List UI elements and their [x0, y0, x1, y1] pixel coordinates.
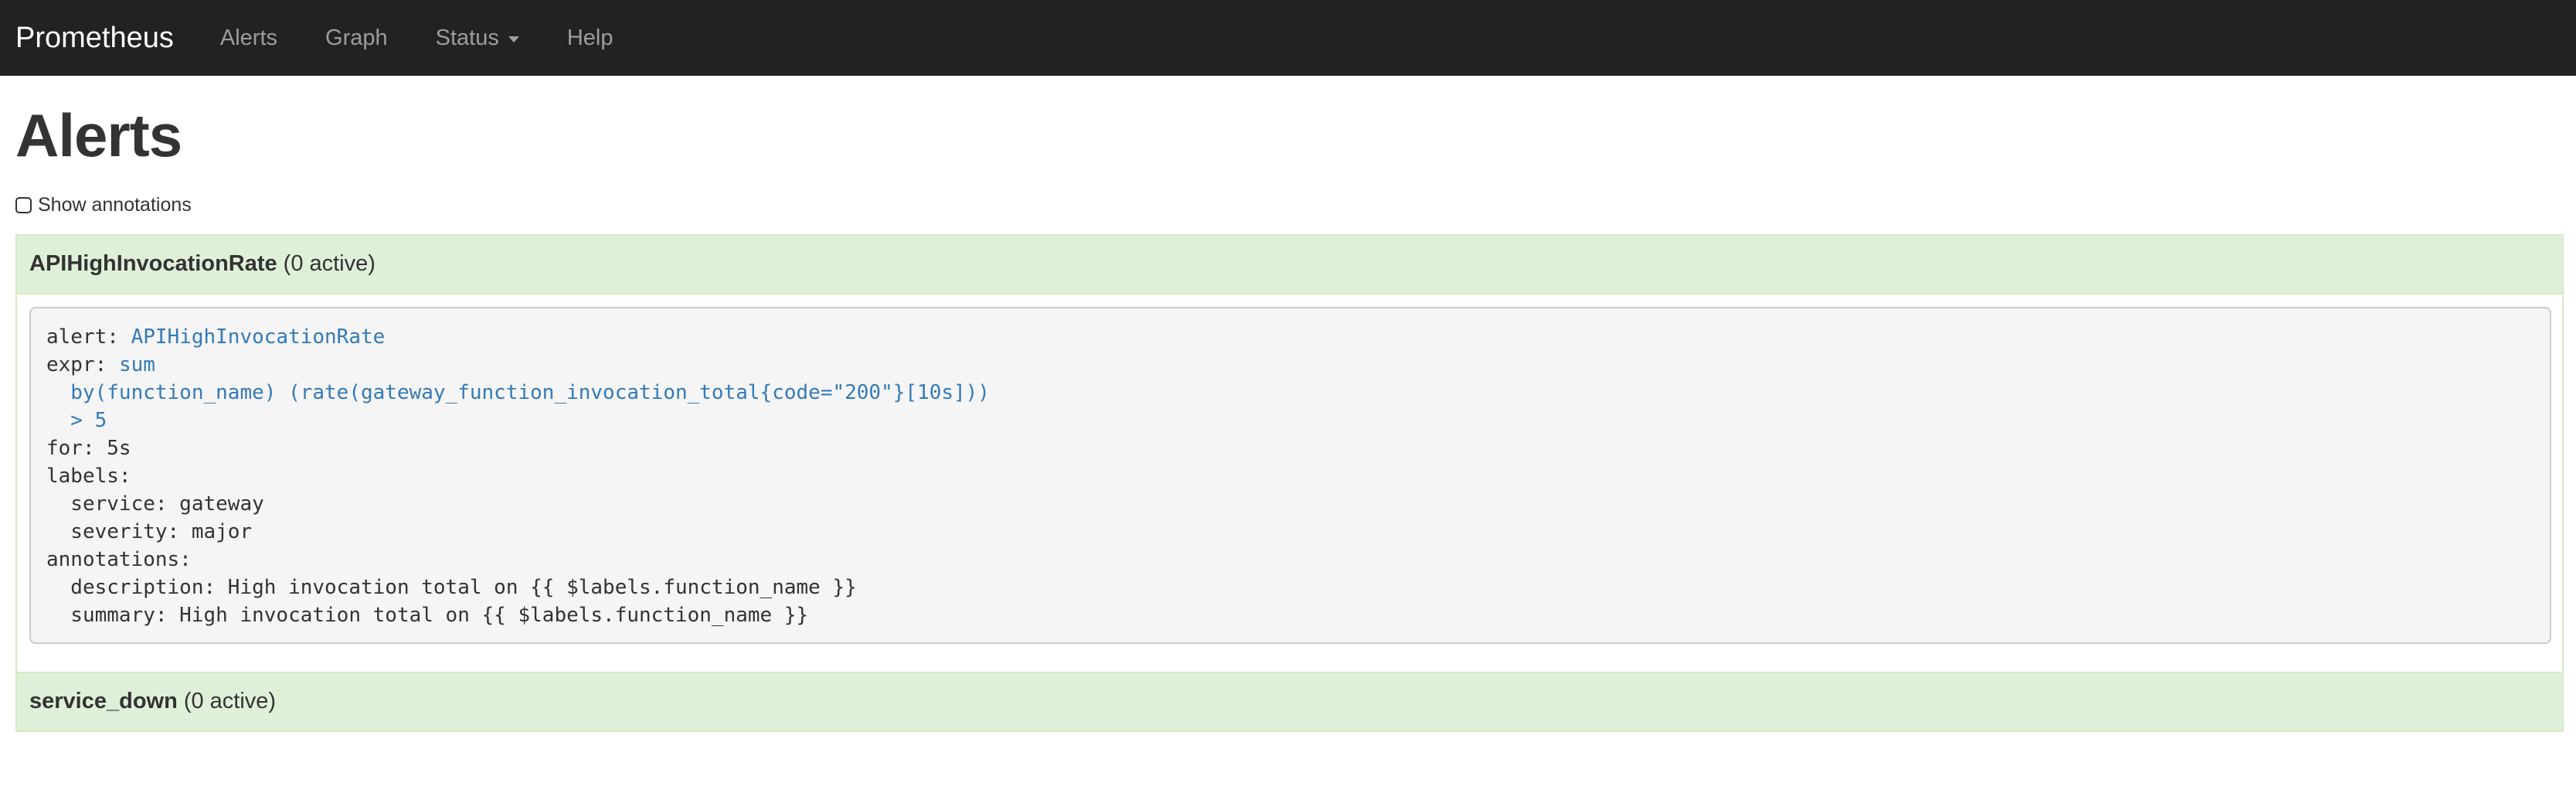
navbar: Prometheus Alerts Graph Status Help — [0, 0, 2576, 76]
nav-alerts-label: Alerts — [219, 25, 278, 50]
rule-label-severity: severity: major — [46, 519, 253, 543]
rule-expr-line: expr: sum — [46, 351, 2534, 379]
rule-annotation-description: description: High invocation total on {{… — [46, 575, 857, 599]
rule-expr-continuation: > 5 — [46, 408, 107, 432]
main-content: Alerts Show annotations APIHighInvocatio… — [15, 76, 2564, 732]
rule-expr-key: expr: — [46, 352, 107, 376]
rule-alert-line: alert: APIHighInvocationRate — [46, 323, 2534, 351]
rule-expr-value: sum — [118, 352, 155, 376]
rule-annotation-summary: summary: High invocation total on {{ $la… — [46, 603, 809, 627]
alert-group-header[interactable]: service_down (0 active) — [17, 673, 2562, 730]
rule-alert-value: APIHighInvocationRate — [131, 325, 386, 349]
show-annotations-checkbox[interactable] — [15, 196, 32, 213]
brand-link[interactable]: Prometheus — [15, 22, 174, 55]
rule-labels-key: labels: — [46, 464, 131, 488]
nav-help-link[interactable]: Help — [567, 26, 613, 51]
caret-down-icon — [508, 36, 519, 43]
alert-group-apihighinvocationrate: APIHighInvocationRate (0 active) alert: … — [15, 233, 2564, 673]
nav-graph-label: Graph — [325, 25, 388, 50]
alert-active-count: (0 active) — [183, 689, 277, 714]
nav-graph-link[interactable]: Graph — [325, 26, 388, 51]
alert-name: APIHighInvocationRate — [29, 251, 277, 277]
nav-help-label: Help — [566, 25, 613, 50]
rule-label-service: service: gateway — [46, 492, 264, 516]
nav-status-dropdown[interactable]: Status — [436, 26, 519, 51]
alert-rule-body: alert: APIHighInvocationRate expr: sum by… — [17, 292, 2562, 672]
alert-rule-definition: alert: APIHighInvocationRate expr: sum by… — [29, 306, 2551, 644]
rule-for-line: for: 5s — [46, 436, 131, 460]
rule-alert-key: alert: — [46, 325, 119, 349]
alert-group-header[interactable]: APIHighInvocationRate (0 active) — [17, 235, 2562, 293]
alert-active-count: (0 active) — [283, 251, 376, 277]
rule-annotations-key: annotations: — [46, 547, 192, 571]
alert-name: service_down — [29, 689, 178, 714]
page-title: Alerts — [15, 101, 182, 169]
alert-group-service-down: service_down (0 active) — [15, 673, 2564, 732]
show-annotations-row: Show annotations — [15, 194, 2564, 216]
show-annotations-label[interactable]: Show annotations — [38, 194, 192, 216]
rule-expr-continuation: by(function_name) (rate(gateway_function… — [46, 380, 990, 404]
nav-status-label: Status — [435, 25, 499, 50]
nav-alerts-link[interactable]: Alerts — [220, 26, 277, 51]
